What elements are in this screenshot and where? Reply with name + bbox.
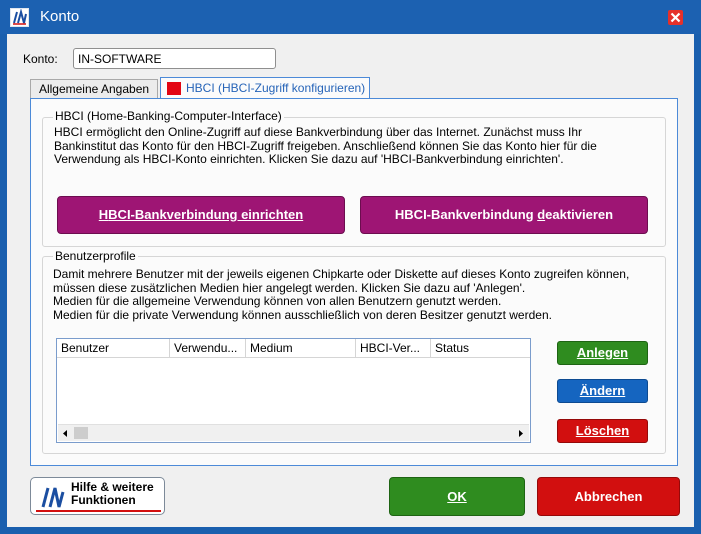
column-header-benutzer[interactable]: Benutzer bbox=[57, 339, 170, 358]
profiles-table[interactable]: Benutzer Verwendu... Medium HBCI-Ver... … bbox=[56, 338, 531, 443]
cancel-button[interactable]: Abbrechen bbox=[537, 477, 680, 516]
ok-label: OK bbox=[447, 489, 467, 504]
tab-allgemeine-angaben[interactable]: Allgemeine Angaben bbox=[30, 79, 158, 99]
flag-icon bbox=[167, 82, 181, 95]
profiles-description: Damit mehrere Benutzer mit der jeweils e… bbox=[53, 267, 663, 322]
scroll-left-icon[interactable] bbox=[60, 428, 71, 439]
hbci-description-line: HBCI ermöglicht den Online-Zugriff auf d… bbox=[54, 125, 583, 139]
help-underline bbox=[36, 510, 161, 512]
profiles-description-line: Damit mehrere Benutzer mit der jeweils e… bbox=[53, 267, 630, 281]
table-header: Benutzer Verwendu... Medium HBCI-Ver... … bbox=[57, 339, 530, 358]
profiles-description-line: Medien für die private Verwendung können… bbox=[53, 307, 552, 322]
column-header-status[interactable]: Status bbox=[431, 339, 530, 358]
konto-label: Konto: bbox=[23, 52, 58, 66]
help-label-line2: Funktionen bbox=[71, 493, 136, 507]
in-software-logo-icon bbox=[10, 8, 29, 27]
hbci-setup-button[interactable]: HBCI-Bankverbindung einrichten bbox=[57, 196, 345, 234]
column-header-medium[interactable]: Medium bbox=[246, 339, 356, 358]
close-icon[interactable] bbox=[668, 10, 683, 25]
help-button-label: Hilfe & weitere Funktionen bbox=[71, 481, 161, 507]
delete-profile-button[interactable]: Löschen bbox=[557, 419, 648, 443]
column-header-verwendung[interactable]: Verwendu... bbox=[170, 339, 246, 358]
add-profile-button[interactable]: Anlegen bbox=[557, 341, 648, 365]
hbci-description-line: Bankinstitut das Konto für den HBCI-Zugr… bbox=[54, 138, 597, 153]
hbci-deactivate-mnemonic: d bbox=[537, 207, 546, 222]
window-title: Konto bbox=[40, 8, 80, 25]
hbci-deactivate-button[interactable]: HBCI-Bankverbindung deaktivieren bbox=[360, 196, 648, 234]
hbci-setup-mnemonic: H bbox=[98, 207, 109, 222]
hbci-group-legend: HBCI (Home-Banking-Computer-Interface) bbox=[53, 109, 284, 123]
hbci-deactivate-label-b: eaktivieren bbox=[545, 207, 614, 222]
tab-hbci[interactable]: HBCI (HBCI-Zugriff konfigurieren) bbox=[160, 77, 370, 99]
column-header-hbci-version[interactable]: HBCI-Ver... bbox=[356, 339, 431, 358]
profiles-description-line: Medien für die allgemeine Verwendung kön… bbox=[53, 294, 502, 308]
hbci-description: HBCI ermöglicht den Online-Zugriff auf d… bbox=[54, 125, 654, 167]
scrollbar-thumb[interactable] bbox=[74, 427, 88, 439]
in-software-help-icon bbox=[38, 484, 65, 511]
hbci-setup-label: BCI-Bankverbindung einrichten bbox=[108, 207, 304, 222]
hbci-deactivate-label-a: HBCI-Bankverbindung bbox=[394, 207, 538, 222]
cancel-label: Abbrechen bbox=[574, 489, 643, 504]
scroll-right-icon[interactable] bbox=[515, 428, 526, 439]
edit-profile-button[interactable]: Ändern bbox=[557, 379, 648, 403]
tab-hbci-label: HBCI (HBCI-Zugriff konfigurieren) bbox=[186, 81, 366, 95]
title-bar[interactable]: Konto bbox=[0, 0, 701, 34]
profiles-description-line: müssen diese zusätzlichen Medien hier an… bbox=[53, 280, 526, 295]
ok-button[interactable]: OK bbox=[389, 477, 525, 516]
horizontal-scrollbar[interactable] bbox=[58, 424, 529, 441]
konto-field[interactable] bbox=[73, 48, 276, 69]
hbci-description-line: Verwendung als HBCI-Konto einrichten. Kl… bbox=[54, 152, 564, 166]
profiles-group-legend: Benutzerprofile bbox=[53, 249, 138, 263]
help-button[interactable]: Hilfe & weitere Funktionen bbox=[30, 477, 165, 515]
